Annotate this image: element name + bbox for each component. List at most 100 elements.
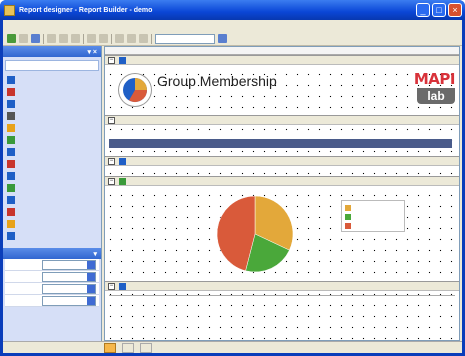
dropdown-arrow-icon[interactable] — [87, 272, 95, 281]
underline-icon[interactable] — [139, 34, 148, 43]
property-value[interactable] — [42, 259, 96, 270]
chart-legend — [341, 200, 405, 232]
toolbox-category[interactable] — [5, 60, 99, 71]
title-band[interactable]: Group Membership MAPI lab — [105, 65, 459, 115]
properties-list — [5, 259, 99, 307]
column-header-row — [109, 139, 452, 148]
open-icon[interactable] — [19, 34, 28, 43]
toolbox-item[interactable] — [7, 134, 97, 146]
footer-text[interactable] — [109, 295, 455, 309]
band-icon — [119, 157, 126, 165]
page-header-band-header[interactable]: − — [105, 115, 459, 125]
copy-icon[interactable] — [59, 34, 68, 43]
checkbox-icon — [7, 220, 15, 228]
pointer-icon — [7, 76, 15, 84]
list-icon — [7, 172, 15, 180]
legend-item — [345, 203, 401, 212]
toolbar-separator — [111, 33, 112, 44]
toolbox-item[interactable] — [7, 170, 97, 182]
page-footer-band[interactable] — [105, 291, 459, 313]
dropdown-arrow-icon[interactable] — [87, 260, 95, 269]
toolbar-separator — [83, 33, 84, 44]
status-tab-design[interactable] — [104, 342, 116, 353]
new-report-icon[interactable] — [7, 34, 16, 43]
undo-icon[interactable] — [87, 34, 96, 43]
toolbox-item[interactable] — [7, 218, 97, 230]
report-title[interactable]: Group Membership — [157, 73, 277, 89]
detail-row[interactable] — [105, 166, 459, 176]
toolbar-separator — [43, 33, 44, 44]
font-select[interactable] — [155, 33, 215, 44]
image-icon — [7, 184, 15, 192]
rectangle-icon — [7, 124, 15, 132]
property-row — [5, 271, 99, 283]
title-band-header[interactable]: − — [105, 55, 459, 65]
property-value[interactable] — [42, 271, 96, 282]
maximize-button[interactable]: □ — [432, 3, 446, 17]
toolbox-item[interactable] — [7, 182, 97, 194]
properties-close-icon[interactable]: ▾ — [93, 250, 97, 258]
property-row — [5, 283, 99, 295]
toolbox-item[interactable] — [7, 230, 97, 242]
detail-band-header[interactable]: − — [105, 156, 459, 166]
legend-swatch — [345, 204, 351, 211]
app-icon — [4, 4, 15, 16]
toolbox-item[interactable] — [7, 98, 97, 110]
minimize-button[interactable]: _ — [416, 3, 430, 17]
property-value[interactable] — [42, 283, 96, 294]
property-value[interactable] — [42, 295, 96, 306]
collapse-icon[interactable]: − — [108, 157, 115, 165]
collapse-icon[interactable]: − — [108, 282, 115, 290]
chart-icon — [7, 136, 15, 144]
bold-icon[interactable] — [115, 34, 124, 43]
client-area: ▾ × ▾ − Group Membership MAPI lab − − − … — [3, 20, 462, 353]
title-bar: Report designer - Report Builder - demo … — [0, 0, 465, 20]
chart-band[interactable] — [105, 186, 459, 281]
toolbox-close-icon[interactable]: ▾ × — [87, 48, 97, 56]
menu-bar — [3, 20, 462, 32]
dropdown-arrow-icon[interactable] — [87, 284, 95, 293]
redo-icon[interactable] — [99, 34, 108, 43]
barcode-icon — [7, 208, 15, 216]
textbox-icon — [7, 100, 15, 108]
collapse-icon[interactable]: − — [108, 116, 115, 124]
toolbox-item[interactable] — [7, 86, 97, 98]
toolbox-item[interactable] — [7, 74, 97, 86]
toolbox-item[interactable] — [7, 122, 97, 134]
toolbox-item[interactable] — [7, 194, 97, 206]
chart-band-icon — [119, 177, 126, 185]
close-button[interactable]: × — [448, 3, 462, 17]
property-row — [5, 295, 99, 307]
status-tab-preview[interactable] — [140, 342, 152, 353]
status-tab-code[interactable] — [122, 342, 134, 353]
footer-band-header[interactable]: − — [105, 281, 459, 291]
mapilab-logo: MAPI lab — [399, 70, 456, 109]
toolbox-item[interactable] — [7, 158, 97, 170]
band-icon — [119, 282, 126, 290]
toolbar — [3, 32, 462, 46]
property-row — [5, 259, 99, 271]
label-icon — [7, 88, 15, 96]
save-icon[interactable] — [31, 34, 40, 43]
report-logo-pie-icon — [119, 74, 151, 106]
status-bar — [3, 341, 462, 353]
toolbox-item[interactable] — [7, 146, 97, 158]
dropdown-arrow-icon[interactable] — [87, 296, 95, 305]
logo-text-top: MAPI — [413, 70, 456, 88]
band-icon — [119, 56, 126, 64]
collapse-icon[interactable]: − — [108, 56, 115, 64]
collapse-icon[interactable]: − — [108, 177, 115, 185]
report-designer-canvas[interactable]: − Group Membership MAPI lab − − − − — [104, 46, 460, 341]
toolbox-item[interactable] — [7, 206, 97, 218]
paste-icon[interactable] — [71, 34, 80, 43]
toolbox-item[interactable] — [7, 110, 97, 122]
pie-chart[interactable] — [215, 194, 295, 274]
toolbar-separator — [151, 33, 152, 44]
chart-band-header[interactable]: − — [105, 176, 459, 186]
italic-icon[interactable] — [127, 34, 136, 43]
cut-icon[interactable] — [47, 34, 56, 43]
preview-icon[interactable] — [218, 34, 227, 43]
page-header-band[interactable] — [105, 125, 459, 156]
table-icon — [7, 148, 15, 156]
tool-list — [3, 74, 101, 242]
